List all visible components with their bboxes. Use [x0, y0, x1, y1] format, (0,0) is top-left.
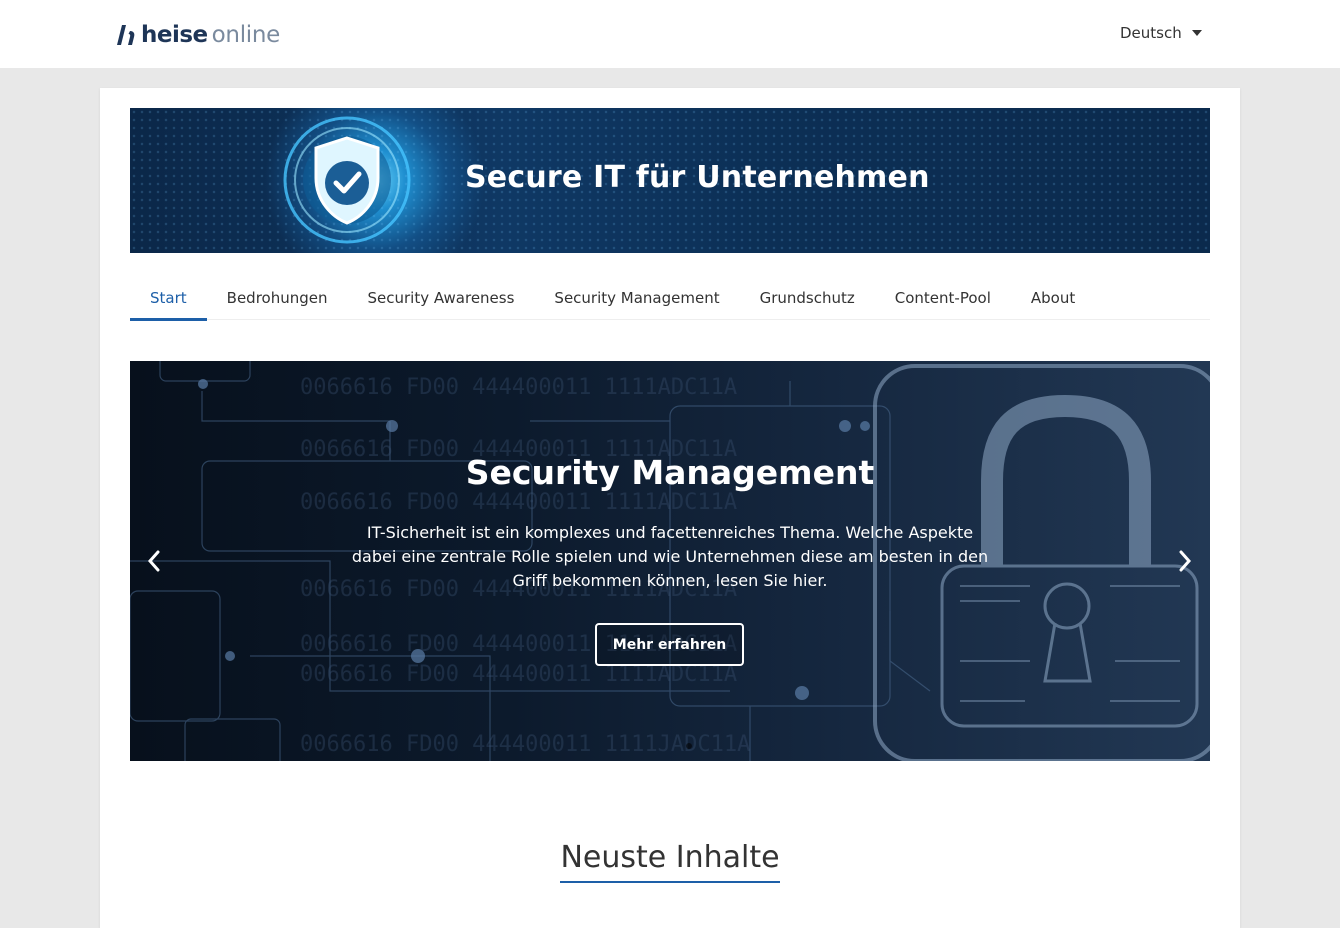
- logo-word-heise: heise: [141, 22, 208, 48]
- mehr-erfahren-button[interactable]: Mehr erfahren: [595, 623, 744, 666]
- logo-word-online: online: [211, 22, 281, 48]
- svg-text:0066616 FD00 444400011 1111JA: 0066616 FD00 444400011 1111JADC11A: [300, 732, 750, 757]
- svg-text:0066616 FD00 444400011 1111AD: 0066616 FD00 444400011 1111ADC11A: [300, 490, 737, 515]
- svg-text:0066616 FD00 444400011 1111AD: 0066616 FD00 444400011 1111ADC11A: [300, 375, 737, 400]
- content-card: Secure IT für Unternehmen Start Bedrohun…: [100, 88, 1240, 928]
- hero-banner: Secure IT für Unternehmen: [130, 108, 1210, 253]
- language-dropdown[interactable]: Deutsch: [1120, 22, 1202, 44]
- tab-security-awareness[interactable]: Security Awareness: [348, 276, 535, 320]
- slide-description: IT-Sicherheit ist ein komplexes und face…: [351, 523, 989, 590]
- language-label: Deutsch: [1120, 24, 1182, 42]
- top-bar: heise online Deutsch: [0, 0, 1340, 68]
- tab-content-pool[interactable]: Content-Pool: [875, 276, 1011, 320]
- slide-title: Security Management: [465, 453, 875, 492]
- banner-title: Secure IT für Unternehmen: [465, 160, 930, 195]
- carousel-indicator-dot[interactable]: [686, 743, 692, 749]
- tab-grundschutz[interactable]: Grundschutz: [740, 276, 875, 320]
- tab-security-management[interactable]: Security Management: [534, 276, 739, 320]
- section-nav: Start Bedrohungen Security Awareness Sec…: [130, 276, 1210, 321]
- section-heading: Neuste Inhalte: [100, 840, 1240, 883]
- carousel-next-button[interactable]: [1173, 549, 1197, 573]
- tab-about[interactable]: About: [1011, 276, 1095, 320]
- carousel-prev-button[interactable]: [142, 549, 166, 573]
- tab-bedrohungen[interactable]: Bedrohungen: [207, 276, 348, 320]
- tab-start[interactable]: Start: [130, 276, 207, 321]
- heise-online-logo[interactable]: heise online: [115, 20, 280, 50]
- chevron-right-icon: [1179, 550, 1192, 572]
- section-heading-text: Neuste Inhalte: [560, 840, 780, 883]
- caret-down-icon: [1191, 30, 1202, 36]
- heise-logo-icon: [117, 25, 135, 45]
- hero-carousel[interactable]: 0066616 FD00 444400011 1111ADC11A 006661…: [130, 361, 1210, 761]
- chevron-left-icon: [147, 550, 160, 572]
